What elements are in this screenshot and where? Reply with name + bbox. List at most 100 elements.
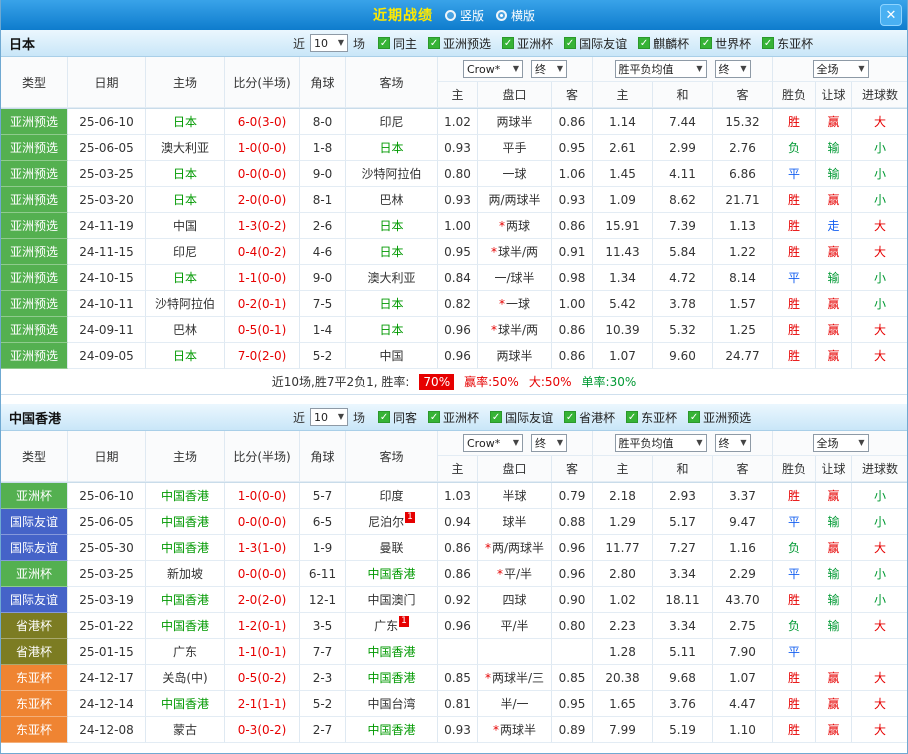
away-team: 曼联 (346, 535, 438, 561)
europe-home-odds: 1.28 (593, 639, 653, 665)
column-header: 主 (438, 456, 478, 482)
header-controls: 胜平负均值 ▼ 终 ▼ (593, 431, 773, 456)
team-name: 中国香港 (367, 671, 416, 685)
handicap-value: * 平/半 (478, 561, 552, 587)
crow-select[interactable]: Crow* ▼ (463, 60, 523, 78)
europe-draw-odds: 2.93 (653, 483, 713, 509)
match-date: 25-06-05 (68, 135, 146, 161)
layout-radio-option[interactable]: 竖版 (444, 7, 484, 24)
europe-draw-odds: 3.34 (653, 613, 713, 639)
league-filter-checkbox[interactable]: ✓ 东亚杯 (762, 35, 813, 52)
chevron-down-icon: ▼ (512, 438, 519, 447)
column-header: 日期 (68, 431, 146, 482)
home-team: 中国 (146, 213, 225, 239)
league-filter-checkbox[interactable]: ✓ 国际友谊 (564, 35, 627, 52)
league-filter-checkbox[interactable]: ✓ 麒麟杯 (638, 35, 689, 52)
header-controls: 胜平负均值 ▼ 终 ▼ (593, 57, 773, 82)
final-select[interactable]: 终 ▼ (714, 434, 751, 452)
team-name: 巴林 (379, 193, 404, 207)
result-value: 负 (773, 613, 816, 639)
league-filter-checkbox[interactable]: ✓ 世界杯 (700, 35, 751, 52)
home-team: 日本 (146, 109, 225, 135)
table-header: 类型 日期 主场 比分(半场) 角球 客场 Crow* ▼ 终 ▼ 胜平负均值 ▼ 终 ▼ 全场 ▼ 主盘口客主… (1, 57, 907, 109)
europe-draw-odds: 4.72 (653, 265, 713, 291)
handicap-result-value: 输 (816, 265, 852, 291)
final-select[interactable]: 终 ▼ (531, 434, 567, 452)
asia-away-odds: 0.98 (552, 265, 593, 291)
crow-select[interactable]: Crow* ▼ (463, 434, 523, 452)
full-match-select[interactable]: 全场 ▼ (812, 434, 869, 452)
europe-home-odds: 11.43 (593, 239, 653, 265)
league-filter-checkbox[interactable]: ✓ 亚洲杯 (502, 35, 553, 52)
europe-home-odds: 1.02 (593, 587, 653, 613)
europe-draw-odds: 3.78 (653, 291, 713, 317)
handicap-value: 两/两球半 (478, 187, 552, 213)
score: 0-5(0-1) (225, 317, 300, 343)
league-filter-checkbox[interactable]: ✓ 同客 (378, 409, 417, 426)
home-team: 中国香港 (146, 483, 225, 509)
final-select[interactable]: 终 ▼ (714, 60, 751, 78)
goals-result-value: 大 (852, 343, 907, 369)
team-name: 中国香港 (367, 567, 416, 581)
europe-home-odds: 2.23 (593, 613, 653, 639)
europe-home-odds: 1.29 (593, 509, 653, 535)
corner-score: 8-1 (300, 187, 346, 213)
home-team: 关岛(中) (146, 665, 225, 691)
away-team: 中国香港 (346, 561, 438, 587)
handicap-result-value: 赢 (816, 717, 852, 743)
handicap-result-value: 赢 (816, 239, 852, 265)
select-value: 胜平负均值 (618, 63, 674, 76)
score: 0-4(0-2) (225, 239, 300, 265)
league-filter-checkbox[interactable]: ✓ 亚洲预选 (688, 409, 751, 426)
home-team: 日本 (146, 161, 225, 187)
select-value: 全场 (816, 63, 839, 76)
games-count-select[interactable]: 10 ▼ (310, 408, 349, 426)
home-team: 中国香港 (146, 509, 225, 535)
team-name: 中国香港 (367, 723, 416, 737)
away-team: 澳大利亚 (346, 265, 438, 291)
score: 0-2(0-1) (225, 291, 300, 317)
near-label: 近 (293, 410, 306, 425)
league-filter-checkbox[interactable]: ✓ 国际友谊 (490, 409, 553, 426)
team-name: 中国香港 (160, 489, 209, 503)
match-row: 东亚杯 24-12-08 蒙古 0-3(0-2) 2-7 中国香港 0.93 * 两球半 0.89… (1, 717, 907, 743)
column-header: 主 (593, 456, 653, 482)
goals-result-value: 小 (852, 291, 907, 317)
handicap-value: 两球半 (478, 343, 552, 369)
asia-away-odds: 0.96 (552, 535, 593, 561)
full-match-select[interactable]: 全场 ▼ (812, 60, 869, 78)
match-type-badge: 亚洲杯 (1, 561, 68, 587)
league-filter-checkbox[interactable]: ✓ 东亚杯 (626, 409, 677, 426)
column-header: 主 (593, 82, 653, 108)
score: 1-3(1-0) (225, 535, 300, 561)
result-value: 胜 (773, 109, 816, 135)
asia-home-odds: 0.93 (438, 717, 478, 743)
team-name: 尼泊尔 (368, 515, 405, 529)
team-name: 中国香港 (160, 541, 209, 555)
table-header: 类型 日期 主场 比分(半场) 角球 客场 Crow* ▼ 终 ▼ 胜平负均值 ▼ 终 ▼ 全场 ▼ 主盘口客主… (1, 431, 907, 483)
away-team: 印度 (346, 483, 438, 509)
match-date: 25-01-22 (68, 613, 146, 639)
column-header: 客场 (346, 431, 438, 482)
league-filter-checkbox[interactable]: ✓ 亚洲预选 (428, 35, 491, 52)
corner-score: 1-4 (300, 317, 346, 343)
match-type-badge: 国际友谊 (1, 509, 68, 535)
league-filter-checkbox[interactable]: ✓ 同主 (378, 35, 417, 52)
close-button[interactable]: ✕ (880, 4, 902, 26)
layout-radio-selected[interactable]: 横版 (496, 7, 535, 24)
europe-away-odds: 24.77 (713, 343, 773, 369)
summary-text: 大:50% (528, 375, 572, 389)
league-filter-checkbox[interactable]: ✓ 亚洲杯 (428, 409, 479, 426)
score: 0-0(0-0) (225, 161, 300, 187)
match-date: 24-12-14 (68, 691, 146, 717)
team-name: 日本 (9, 37, 36, 53)
match-type-badge: 国际友谊 (1, 535, 68, 561)
dialog-title: 近期战绩 (372, 8, 433, 24)
games-count-select[interactable]: 10 ▼ (310, 34, 349, 52)
asia-away-odds: 0.86 (552, 213, 593, 239)
league-filter-checkbox[interactable]: ✓ 省港杯 (564, 409, 615, 426)
wdl-avg-select[interactable]: 胜平负均值 ▼ (614, 60, 707, 78)
final-select[interactable]: 终 ▼ (531, 60, 567, 78)
result-value: 胜 (773, 691, 816, 717)
wdl-avg-select[interactable]: 胜平负均值 ▼ (614, 434, 707, 452)
